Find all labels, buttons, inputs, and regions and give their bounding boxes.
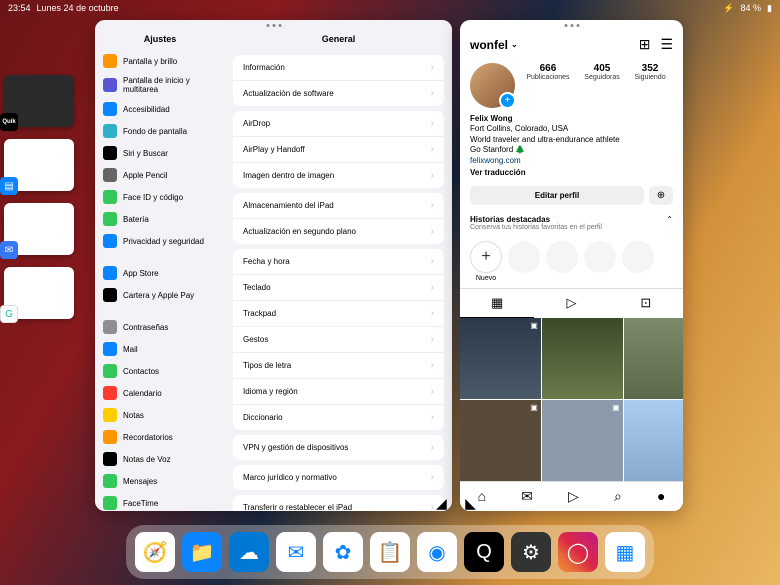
home-icon[interactable]: ⌂ [478, 488, 486, 505]
post[interactable]: ▣ [542, 400, 623, 481]
sidebar-item[interactable]: Privacidad y seguridad [95, 230, 225, 252]
multitask-dots-icon[interactable] [266, 24, 281, 27]
dock-app[interactable]: ☁ [229, 532, 269, 572]
avatar[interactable] [470, 63, 515, 108]
multitask-dots-icon[interactable] [564, 24, 579, 27]
settings-row[interactable]: AirDrop› [233, 111, 444, 137]
settings-panel: Ajustes Pantalla y brilloPantalla de ini… [95, 20, 452, 511]
app-switcher-thumbs: Quik ▤ ✉ G [4, 75, 86, 319]
tab-reels-icon[interactable]: ▷ [534, 289, 608, 318]
dock-app[interactable]: ✉ [276, 532, 316, 572]
profile-icon[interactable]: ● [657, 488, 665, 505]
stat[interactable]: 405Seguidoras [584, 63, 619, 108]
settings-row[interactable]: AirPlay y Handoff› [233, 137, 444, 163]
thumb-files[interactable]: ▤ [4, 139, 74, 191]
highlight-new[interactable]: +Nuevo [470, 241, 502, 282]
dock-app[interactable]: 📁 [182, 532, 222, 572]
settings-row[interactable]: Transferir o restablecer el iPad› [233, 495, 444, 511]
resize-handle-icon[interactable]: ◢ [462, 495, 476, 509]
tab-grid-icon[interactable]: ▦ [460, 289, 534, 318]
sidebar-item[interactable]: FaceTime [95, 492, 225, 511]
sidebar-item[interactable]: Contraseñas [95, 316, 225, 338]
settings-row[interactable]: Marco jurídico y normativo› [233, 465, 444, 490]
instagram-panel: wonfel⌄ ⊞ ☰ 666Publicaciones 405Seguidora… [460, 20, 683, 511]
post[interactable]: ▣ [624, 318, 683, 399]
stat[interactable]: 666Publicaciones [526, 63, 569, 108]
post[interactable]: ▣ [460, 318, 541, 399]
translate-link[interactable]: Ver traducción [470, 168, 673, 178]
ig-username[interactable]: wonfel⌄ [470, 38, 518, 52]
sidebar-item[interactable]: Batería [95, 208, 225, 230]
ig-nav: ⌂ ✉ ▷ ⌕ ● [460, 481, 683, 511]
dock: 🧭📁☁✉✿📋◉Q⚙◯▦ [126, 525, 654, 579]
sidebar-item[interactable]: Pantalla y brillo [95, 50, 225, 72]
settings-row[interactable]: Teclado› [233, 275, 444, 301]
sidebar-title: Ajustes [95, 20, 225, 50]
sidebar-item[interactable]: Accesibilidad [95, 98, 225, 120]
sidebar-item[interactable]: Notas de Voz [95, 448, 225, 470]
status-bar: 23:54Lunes 24 de octubre ⚡84 %▮ [0, 0, 780, 16]
dock-app[interactable]: ⚙ [511, 532, 551, 572]
settings-row[interactable]: VPN y gestión de dispositivos› [233, 435, 444, 460]
dock-app[interactable]: 🧭 [135, 532, 175, 572]
resize-handle-icon[interactable]: ◢ [436, 495, 450, 509]
settings-sidebar: Ajustes Pantalla y brilloPantalla de ini… [95, 20, 225, 511]
settings-row[interactable]: Actualización de software› [233, 81, 444, 106]
sidebar-item[interactable]: Recordatorios [95, 426, 225, 448]
discover-people-icon[interactable]: ⊕ [649, 186, 673, 205]
messages-icon[interactable]: ✉ [521, 488, 533, 505]
sidebar-item[interactable]: Fondo de pantalla [95, 120, 225, 142]
bio-link[interactable]: felixwong.com [470, 156, 673, 166]
highlights-header[interactable]: Historias destacadas⌃ Conserva tus histo… [460, 211, 683, 235]
settings-row[interactable]: Idioma y región› [233, 379, 444, 405]
dock-app[interactable]: ◯ [558, 532, 598, 572]
dock-app[interactable]: ◉ [417, 532, 457, 572]
post[interactable]: ▣ [460, 400, 541, 481]
settings-row[interactable]: Imagen dentro de imagen› [233, 163, 444, 188]
sidebar-item[interactable]: Mensajes [95, 470, 225, 492]
dock-app[interactable]: ▦ [605, 532, 645, 572]
thumb-grammarly[interactable]: G [4, 267, 74, 319]
settings-row[interactable]: Actualización en segundo plano› [233, 219, 444, 244]
reels-icon[interactable]: ▷ [568, 488, 579, 505]
content-title: General [225, 20, 452, 50]
menu-icon[interactable]: ☰ [660, 36, 673, 53]
sidebar-item[interactable]: Cartera y Apple Pay [95, 284, 225, 306]
bio: Felix Wong Fort Collins, Colorado, USA W… [460, 112, 683, 180]
settings-row[interactable]: Trackpad› [233, 301, 444, 327]
edit-profile-button[interactable]: Editar perfil [470, 186, 644, 205]
new-post-icon[interactable]: ⊞ [639, 36, 651, 53]
dock-app[interactable]: 📋 [370, 532, 410, 572]
settings-content: General Información›Actualización de sof… [225, 20, 452, 511]
settings-row[interactable]: Fecha y hora› [233, 249, 444, 275]
settings-row[interactable]: Gestos› [233, 327, 444, 353]
settings-row[interactable]: Información› [233, 55, 444, 81]
sidebar-item[interactable]: Contactos [95, 360, 225, 382]
sidebar-item[interactable]: Siri y Buscar [95, 142, 225, 164]
sidebar-item[interactable]: Calendario [95, 382, 225, 404]
post-grid: ▣ ▣ ▣ ▣ ▣ [460, 318, 683, 481]
post[interactable]: ▣ [624, 400, 683, 481]
settings-row[interactable]: Almacenamiento del iPad› [233, 193, 444, 219]
sidebar-item[interactable]: Face ID y código [95, 186, 225, 208]
sidebar-item[interactable]: Mail [95, 338, 225, 360]
sidebar-item[interactable]: Pantalla de inicio y multitarea [95, 72, 225, 98]
sidebar-item[interactable]: App Store [95, 262, 225, 284]
settings-row[interactable]: Tipos de letra› [233, 353, 444, 379]
post[interactable] [542, 318, 623, 399]
dock-app[interactable]: ✿ [323, 532, 363, 572]
tab-tagged-icon[interactable]: ⊡ [609, 289, 683, 318]
thumb-quik[interactable]: Quik [4, 75, 74, 127]
stat[interactable]: 352Siguiendo [634, 63, 665, 108]
sidebar-item[interactable]: Notas [95, 404, 225, 426]
search-icon[interactable]: ⌕ [614, 488, 622, 505]
dock-app[interactable]: Q [464, 532, 504, 572]
settings-row[interactable]: Diccionario› [233, 405, 444, 430]
sidebar-item[interactable]: Apple Pencil [95, 164, 225, 186]
thumb-mail[interactable]: ✉ [4, 203, 74, 255]
